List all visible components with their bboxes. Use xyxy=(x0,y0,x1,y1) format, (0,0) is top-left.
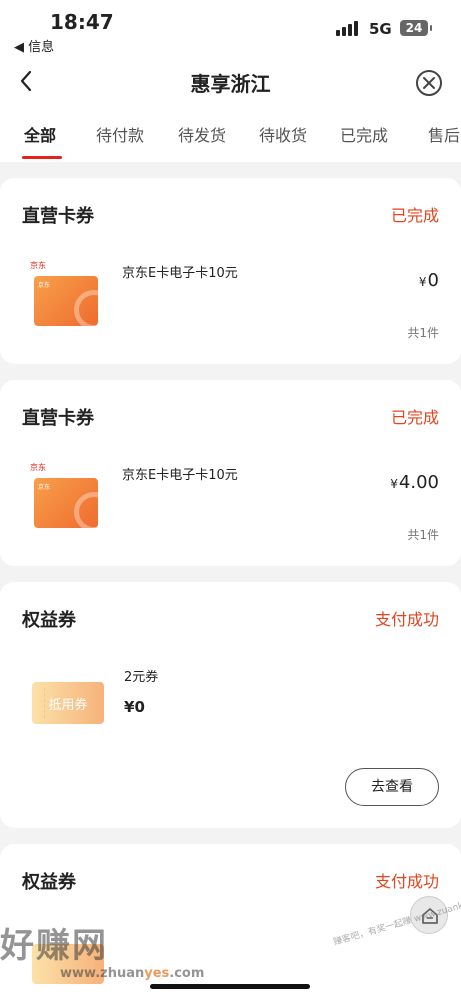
product-name: 京东E卡电子卡10元 xyxy=(122,468,238,483)
order-category: 直营卡券 xyxy=(22,408,94,429)
view-button[interactable]: 去查看 xyxy=(345,768,439,806)
tab-after-sales[interactable]: 售后 xyxy=(428,122,460,146)
card-brand-mark: 京东 xyxy=(38,282,51,289)
back-to-app-link[interactable]: ◀ 信息 xyxy=(14,36,54,55)
product-name: 京东E卡电子卡10元 xyxy=(122,266,238,281)
tab-pending-payment[interactable]: 待付款 xyxy=(96,122,144,146)
order-category: 直营卡券 xyxy=(22,206,94,227)
status-time: 18:47 xyxy=(50,10,114,34)
page-title: 惠享浙江 xyxy=(190,72,271,96)
order-card[interactable]: 直营卡券 已完成 京东 京东 京东E卡电子卡10元 ¥4.00 共1件 xyxy=(0,380,461,566)
order-status: 支付成功 xyxy=(374,872,439,891)
brand-logo: 京东 xyxy=(30,261,46,270)
tab-completed[interactable]: 已完成 xyxy=(340,122,388,146)
voucher-image: 抵用券 xyxy=(32,682,104,724)
product-image: 京东 京东 xyxy=(24,462,100,532)
product-price: ¥0 xyxy=(124,698,145,716)
tab-pending-shipment[interactable]: 待发货 xyxy=(178,122,226,146)
product-image: 京东 京东 xyxy=(24,260,100,330)
close-button[interactable] xyxy=(416,70,442,96)
signal-icon xyxy=(336,20,362,36)
item-count: 共1件 xyxy=(407,528,439,542)
tab-all[interactable]: 全部 xyxy=(24,122,56,146)
tab-pending-receipt[interactable]: 待收货 xyxy=(259,122,307,146)
battery-icon: 24 xyxy=(400,20,432,36)
card-brand-mark: 京东 xyxy=(38,484,51,491)
active-tab-indicator xyxy=(22,156,62,159)
order-category: 权益券 xyxy=(22,610,76,631)
order-card[interactable]: 权益券 支付成功 抵用券 2元券 ¥0 去查看 xyxy=(0,582,461,828)
product-price: ¥0 xyxy=(418,270,439,291)
item-count: 共1件 xyxy=(407,326,439,340)
status-bar: 18:47 ◀ 信息 5G 24 xyxy=(0,0,461,56)
product-name: 2元券 xyxy=(124,670,159,685)
home-indicator[interactable] xyxy=(150,984,310,989)
order-category: 权益券 xyxy=(22,872,76,893)
voucher-label: 抵用券 xyxy=(48,698,88,713)
nav-header: 惠享浙江 xyxy=(0,56,461,108)
order-tabs: 全部 待付款 待发货 待收货 已完成 售后 xyxy=(0,108,461,162)
order-status: 已完成 xyxy=(390,206,439,225)
order-status: 已完成 xyxy=(390,408,439,427)
network-type: 5G xyxy=(369,20,392,38)
watermark-url: www.zhuanyes.com xyxy=(60,966,205,981)
product-price: ¥4.00 xyxy=(390,472,439,493)
order-card[interactable]: 直营卡券 已完成 京东 京东 京东E卡电子卡10元 ¥0 共1件 xyxy=(0,178,461,364)
brand-logo: 京东 xyxy=(30,463,46,472)
order-status: 支付成功 xyxy=(374,610,439,629)
close-icon xyxy=(423,77,435,89)
